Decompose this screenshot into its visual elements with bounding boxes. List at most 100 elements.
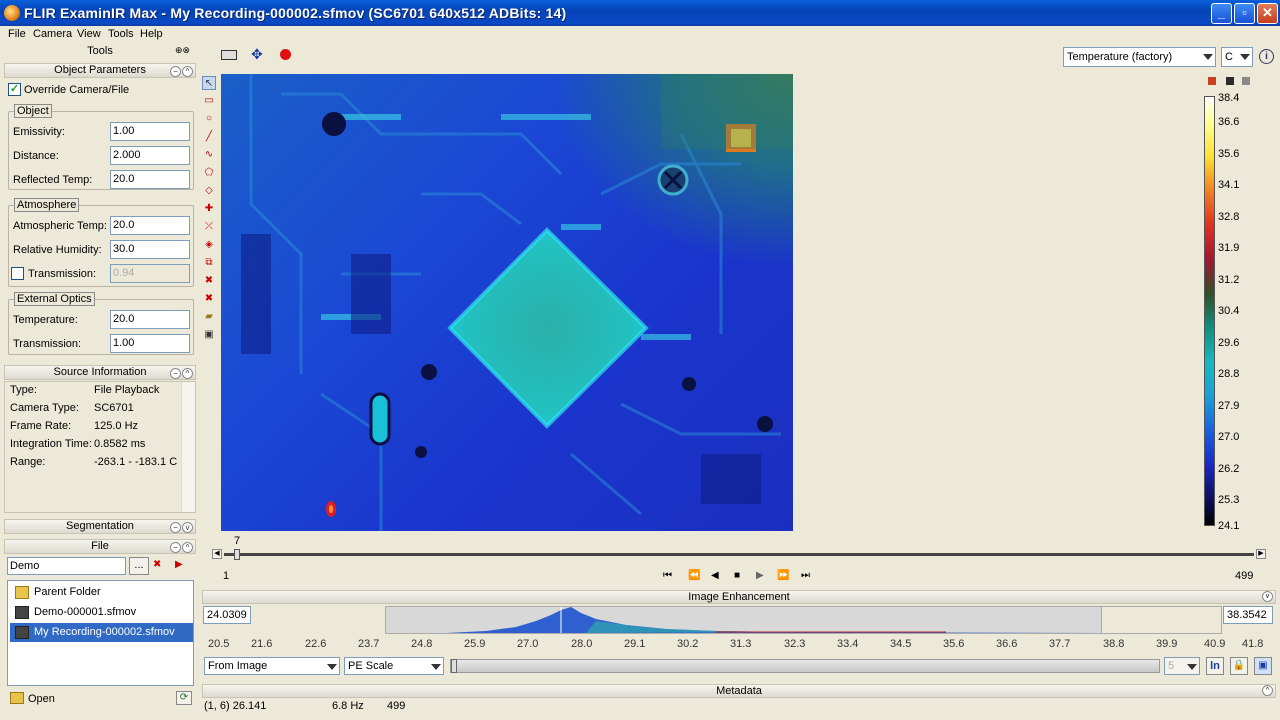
- minimize-button[interactable]: _: [1211, 3, 1232, 24]
- collapse-icon[interactable]: −: [170, 368, 181, 379]
- scale-tick: 24.8: [411, 638, 433, 650]
- menu-camera[interactable]: Camera: [33, 28, 72, 40]
- expand-icon[interactable]: ^: [182, 368, 193, 379]
- measurement-select[interactable]: Temperature (factory): [1063, 47, 1216, 67]
- palette-icon[interactable]: [1208, 77, 1216, 85]
- spot-icon[interactable]: ✚: [202, 202, 216, 216]
- slider-thumb[interactable]: [234, 549, 240, 560]
- fast-forward-icon[interactable]: ⏩: [777, 570, 789, 581]
- freeform-icon[interactable]: ◇: [202, 184, 216, 198]
- collapse-icon[interactable]: −: [170, 542, 181, 553]
- save-roi-icon[interactable]: ▣: [202, 328, 216, 342]
- step-back-icon[interactable]: ◀: [711, 570, 719, 581]
- list-item[interactable]: My Recording-000002.sfmov: [10, 623, 193, 642]
- refresh-icon[interactable]: ⟳: [176, 691, 192, 705]
- delete-file-icon[interactable]: ✖: [153, 559, 169, 573]
- color-scale-bar: [1204, 96, 1215, 526]
- source-info-header[interactable]: Source Information − ^: [4, 365, 196, 380]
- profile-icon[interactable]: ⤫: [202, 220, 216, 234]
- layout-icon[interactable]: [221, 50, 237, 60]
- info-scrollbar[interactable]: [181, 382, 195, 512]
- maximize-button[interactable]: ▫: [1234, 3, 1255, 24]
- collapse-icon[interactable]: −: [170, 522, 181, 533]
- scale-mode-select[interactable]: PE Scale: [344, 657, 444, 675]
- menu-tools[interactable]: Tools: [108, 28, 134, 40]
- open-label[interactable]: Open: [28, 693, 55, 705]
- auto-scale-icon[interactable]: ▣: [1254, 657, 1272, 675]
- fill-icon[interactable]: ◈: [202, 238, 216, 252]
- enhancement-slider[interactable]: [450, 659, 1160, 673]
- line-icon[interactable]: ╱: [202, 130, 216, 144]
- list-item[interactable]: Parent Folder: [10, 583, 193, 602]
- frame-slider[interactable]: ◀ ▶: [212, 549, 1266, 561]
- log-button[interactable]: ln: [1206, 657, 1224, 675]
- collapse-icon[interactable]: v: [1262, 591, 1273, 602]
- copy-roi-icon[interactable]: ⧉: [202, 256, 216, 270]
- range-source-select[interactable]: From Image: [204, 657, 340, 675]
- humidity-field[interactable]: 30.0: [110, 240, 190, 259]
- distance-field[interactable]: 2.000: [110, 146, 190, 165]
- polygon-icon[interactable]: ⬠: [202, 166, 216, 180]
- menu-help[interactable]: Help: [140, 28, 163, 40]
- histogram-max-field[interactable]: 38.3542: [1223, 606, 1273, 624]
- atm-temp-field[interactable]: 20.0: [110, 216, 190, 235]
- expand-icon[interactable]: ^: [182, 542, 193, 553]
- info-icon[interactable]: i: [1259, 49, 1274, 64]
- thermal-image[interactable]: [221, 74, 793, 531]
- menu-view[interactable]: View: [77, 28, 101, 40]
- tools-title: Tools: [87, 45, 113, 57]
- palette-icon[interactable]: [1226, 77, 1234, 85]
- slider-track[interactable]: [224, 553, 1254, 556]
- stop-icon[interactable]: ■: [734, 570, 740, 581]
- expand-icon[interactable]: v: [182, 522, 193, 533]
- ext-trans-field[interactable]: 1.00: [110, 334, 190, 353]
- emissivity-field[interactable]: 1.00: [110, 122, 190, 141]
- first-frame-icon[interactable]: ⏮: [663, 570, 672, 581]
- collapse-icon[interactable]: −: [170, 66, 181, 77]
- title-bar: FLIR ExaminIR Max - My Recording-000002.…: [0, 0, 1280, 26]
- ext-temp-field[interactable]: 20.0: [110, 310, 190, 329]
- delete-roi-icon[interactable]: ✖: [202, 274, 216, 288]
- override-checkbox[interactable]: ✓: [8, 83, 21, 96]
- play-icon[interactable]: ▶: [756, 570, 764, 581]
- metadata-header[interactable]: Metadata ^: [202, 684, 1276, 698]
- last-frame-icon[interactable]: ⏭: [801, 570, 810, 581]
- menu-file[interactable]: File: [8, 28, 26, 40]
- export-file-icon[interactable]: ▶: [175, 559, 191, 573]
- expand-icon[interactable]: ^: [1262, 685, 1273, 696]
- slider-right-icon[interactable]: ▶: [1256, 549, 1266, 559]
- histogram-margin: [1101, 606, 1222, 634]
- object-params-header[interactable]: Object Parameters − ^: [4, 63, 196, 78]
- level-select: 5: [1164, 657, 1200, 675]
- slider-thumb[interactable]: [451, 659, 457, 673]
- polyline-icon[interactable]: ∿: [202, 148, 216, 162]
- tools-panel: Tools ⊕⊗ Object Parameters − ^ ✓ Override…: [0, 43, 200, 720]
- close-button[interactable]: ✕: [1257, 3, 1278, 24]
- lock-icon[interactable]: 🔒: [1230, 657, 1248, 675]
- palette-icon[interactable]: [1242, 77, 1250, 85]
- measurement-select-value: Temperature (factory): [1067, 51, 1173, 63]
- open-roi-icon[interactable]: ▰: [202, 310, 216, 324]
- current-frame-label: 7: [234, 535, 241, 547]
- file-header[interactable]: File − ^: [4, 539, 196, 554]
- delete-all-icon[interactable]: ✖: [202, 292, 216, 306]
- image-enhancement-header[interactable]: Image Enhancement v: [202, 590, 1276, 604]
- rectangle-icon[interactable]: ▭: [202, 94, 216, 108]
- expand-icon[interactable]: ^: [182, 66, 193, 77]
- record-icon[interactable]: [280, 49, 291, 60]
- reflected-temp-field[interactable]: 20.0: [110, 170, 190, 189]
- slider-left-icon[interactable]: ◀: [212, 549, 222, 559]
- folder-field[interactable]: Demo: [7, 557, 126, 575]
- list-item[interactable]: Demo-000001.sfmov: [10, 603, 193, 622]
- segmentation-header[interactable]: Segmentation − v: [4, 519, 196, 534]
- ellipse-icon[interactable]: ○: [202, 112, 216, 126]
- transmission-checkbox[interactable]: [11, 267, 24, 280]
- unit-select[interactable]: C: [1221, 47, 1253, 67]
- histogram-min-field[interactable]: 24.0309: [203, 606, 251, 624]
- histogram[interactable]: [385, 606, 1102, 634]
- browse-button[interactable]: ...: [129, 557, 149, 575]
- crosshair-icon[interactable]: ✥: [251, 46, 263, 63]
- pointer-icon[interactable]: ↖: [202, 76, 216, 90]
- rewind-icon[interactable]: ⏪: [688, 570, 700, 581]
- panel-pin-icon[interactable]: ⊕⊗: [175, 45, 190, 56]
